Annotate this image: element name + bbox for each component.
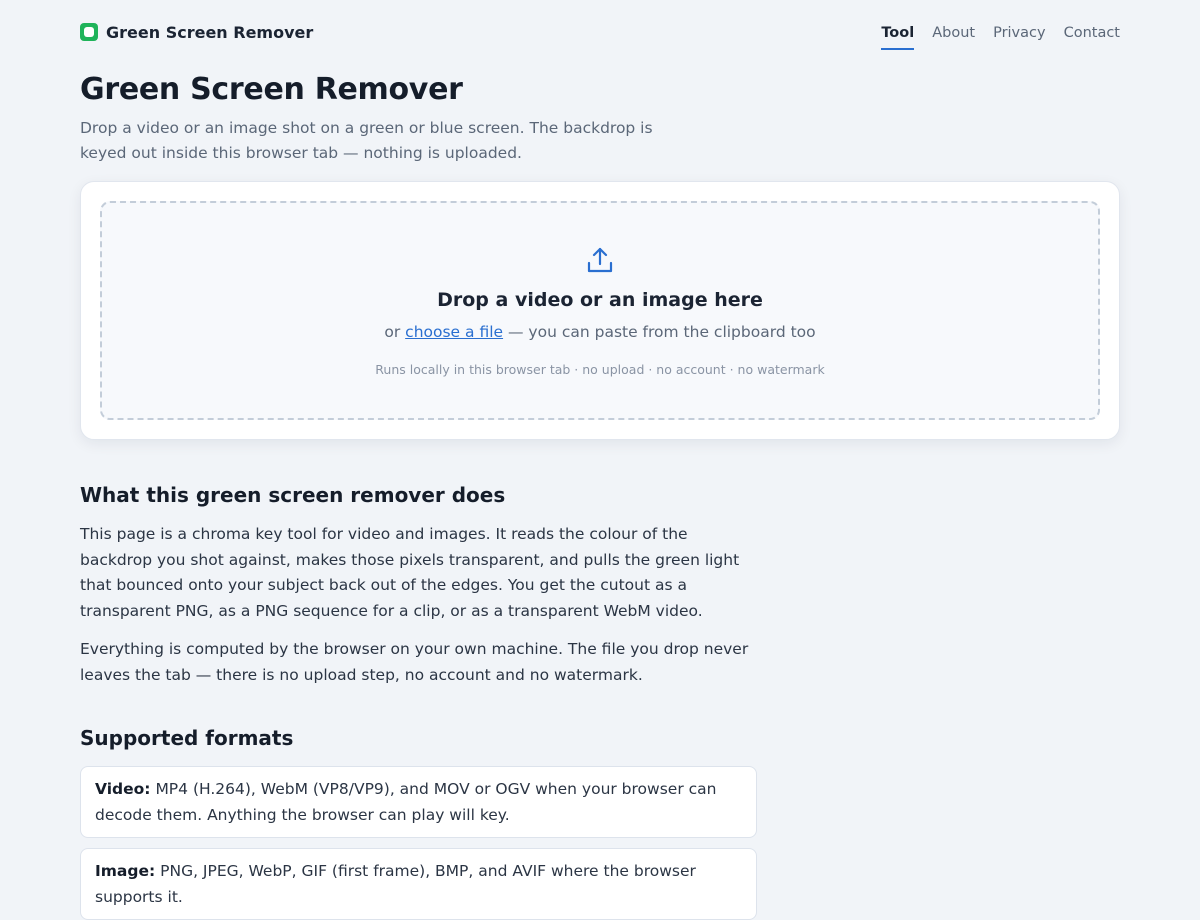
format-text: PNG, JPEG, WebP, GIF (first frame), BMP,…: [95, 862, 696, 906]
format-card-video: Video: MP4 (H.264), WebM (VP8/VP9), and …: [80, 766, 757, 838]
brand-name: Green Screen Remover: [106, 22, 314, 42]
nav-tool[interactable]: Tool: [881, 19, 915, 50]
format-label: Video:: [95, 780, 151, 798]
about-heading: What this green screen remover does: [80, 483, 506, 507]
nav-privacy[interactable]: Privacy: [993, 19, 1046, 50]
choose-file-link[interactable]: choose a file: [405, 323, 503, 341]
dropzone-title: Drop a video or an image here: [437, 289, 763, 311]
site-header: Green Screen Remover Tool About Privacy …: [80, 0, 1120, 64]
dropzone-subtitle: or choose a file — you can paste from th…: [102, 323, 1098, 341]
page-title: Green Screen Remover: [80, 72, 463, 107]
format-text: MP4 (H.264), WebM (VP8/VP9), and MOV or …: [95, 780, 717, 824]
dropzone-sub-prefix: or: [384, 323, 401, 341]
formats-heading: Supported formats: [80, 726, 294, 750]
upload-icon: [587, 247, 613, 273]
file-dropzone[interactable]: Drop a video or an image here or choose …: [100, 201, 1100, 420]
format-card-image: Image: PNG, JPEG, WebP, GIF (first frame…: [80, 848, 757, 920]
intro-text: Drop a video or an image shot on a green…: [80, 119, 653, 162]
main-nav: Tool About Privacy Contact: [881, 15, 1120, 50]
brand-link[interactable]: Green Screen Remover: [80, 23, 313, 42]
format-label: Image:: [95, 862, 156, 880]
about-paragraph-2: Everything is computed by the browser on…: [80, 640, 749, 684]
dropzone-note: Runs locally in this browser tab · no up…: [375, 362, 825, 377]
nav-contact[interactable]: Contact: [1064, 19, 1120, 50]
dropzone-sub-suffix: — you can paste from the clipboard too: [508, 323, 816, 341]
drop-card: Drop a video or an image here or choose …: [80, 181, 1120, 440]
about-paragraph-1: This page is a chroma key tool for video…: [80, 525, 740, 620]
nav-about[interactable]: About: [932, 19, 975, 50]
logo-icon: [80, 23, 98, 41]
